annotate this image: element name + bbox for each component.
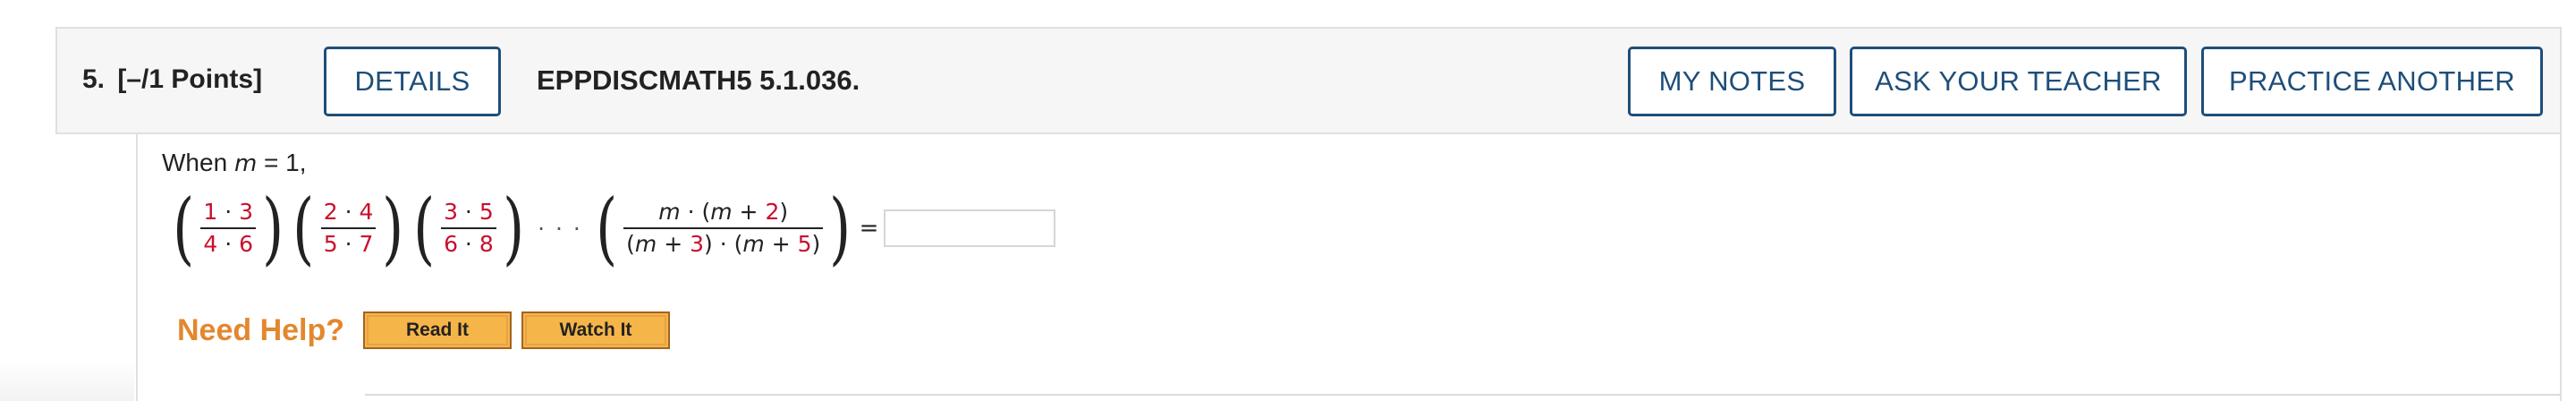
my-notes-button[interactable]: MY NOTES bbox=[1628, 47, 1836, 116]
ellipsis: · · · bbox=[538, 215, 582, 242]
divider bbox=[365, 394, 2562, 396]
left-paren: ( bbox=[292, 182, 315, 274]
question-label: 5. bbox=[82, 64, 106, 94]
left-paren: ( bbox=[173, 182, 195, 274]
points-label: [–/1 Points] bbox=[117, 64, 263, 94]
fraction-3: 3 · 5 6 · 8 bbox=[441, 197, 496, 260]
problem-code: EPPDISCMATH5 5.1.036. bbox=[537, 64, 860, 96]
left-paren: ( bbox=[412, 182, 435, 274]
variable-m: m bbox=[233, 150, 258, 177]
problem-statement: When m = 1, bbox=[162, 149, 307, 177]
equals-sign: = bbox=[859, 215, 879, 242]
fraction-2: 2 · 4 5 · 7 bbox=[320, 197, 377, 260]
fraction-1: 1 · 3 4 · 6 bbox=[200, 197, 257, 260]
watch-it-button[interactable]: Watch It bbox=[521, 311, 670, 349]
page-margin bbox=[0, 134, 134, 401]
right-paren: ) bbox=[382, 182, 404, 274]
need-help-label: Need Help? bbox=[177, 313, 345, 347]
right-paren: ) bbox=[502, 182, 524, 274]
read-it-button[interactable]: Read It bbox=[363, 311, 512, 349]
details-button[interactable]: DETAILS bbox=[324, 47, 501, 116]
right-paren: ) bbox=[829, 182, 852, 274]
right-paren: ) bbox=[262, 182, 284, 274]
general-term-fraction: m · (m + 2) (m + 3) · (m + 5) bbox=[623, 197, 824, 260]
ask-your-teacher-button[interactable]: ASK YOUR TEACHER bbox=[1850, 47, 2187, 116]
practice-another-button[interactable]: PRACTICE ANOTHER bbox=[2201, 47, 2543, 116]
product-expression: ( 1 · 3 4 · 6 ) ( 2 · 4 5 · 7 ) ( 3 · 5 … bbox=[168, 182, 1056, 274]
left-paren: ( bbox=[595, 182, 618, 274]
answer-input[interactable] bbox=[884, 209, 1056, 247]
question-number: 5. [–/1 Points] bbox=[82, 64, 262, 95]
question-header: 5. [–/1 Points] DETAILS EPPDISCMATH5 5.1… bbox=[55, 27, 2562, 134]
